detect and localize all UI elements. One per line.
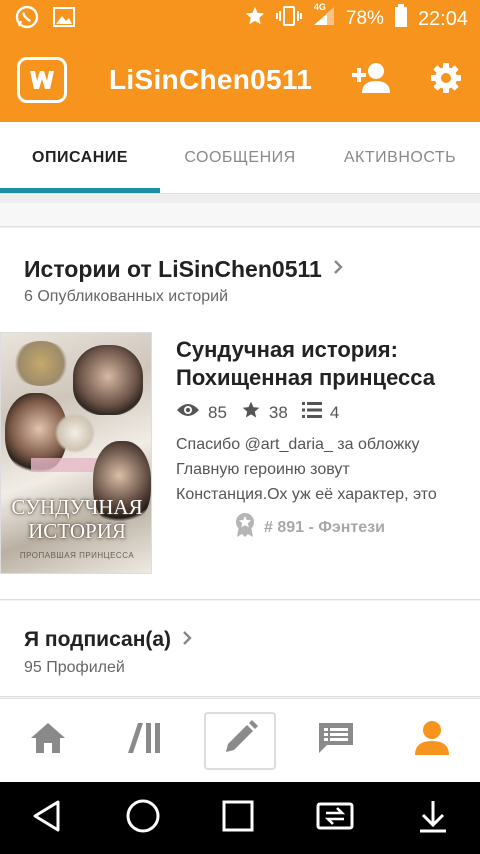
profile-tabs: ОПИСАНИЕ СООБЩЕНИЯ АКТИВНОСТЬ — [0, 122, 480, 194]
gallery-icon — [52, 6, 76, 33]
chevron-right-icon — [181, 629, 193, 652]
messages-icon — [317, 721, 355, 760]
story-title[interactable]: Сундучная история: Похищенная принцесса — [176, 336, 466, 392]
following-card: Я подписан(а) 95 Профилей — [0, 601, 480, 697]
rank-label: # 891 - Фэнтези — [264, 518, 385, 536]
app-bar: LiSinChen0511 — [0, 38, 480, 122]
nav-messages[interactable] — [300, 712, 372, 770]
story-description: Спасибо @art_daria_ за обложку Главную г… — [176, 436, 437, 503]
home-icon — [29, 721, 67, 760]
download-arrow-icon[interactable] — [416, 798, 450, 839]
ribbon-badge-icon — [234, 512, 256, 543]
profile-username-title: LiSinChen0511 — [109, 64, 313, 95]
stories-section-title: Истории от LiSinChen0511 — [24, 256, 322, 282]
divider — [0, 203, 480, 227]
system-navigation — [0, 782, 480, 854]
reads-count: 85 — [208, 402, 227, 422]
signal-icon: 4G — [312, 2, 336, 33]
star-icon — [244, 5, 266, 33]
vibrate-icon — [275, 5, 302, 33]
tab-description[interactable]: ОПИСАНИЕ — [0, 122, 160, 193]
following-count: 95 Профилей — [24, 659, 125, 676]
settings-icon[interactable] — [430, 62, 462, 99]
votes-count: 38 — [268, 402, 288, 422]
cover-subtitle: ПРОПАВШАЯ ПРИНЦЕССА — [19, 551, 135, 560]
battery-percent: 78% — [345, 8, 384, 29]
wattpad-logo-icon[interactable] — [17, 57, 67, 103]
nav-home[interactable] — [12, 712, 84, 770]
back-icon[interactable] — [30, 799, 64, 838]
tab-messages[interactable]: СООБЩЕНИЯ — [160, 122, 320, 193]
clock: 22:04 — [417, 7, 468, 30]
parts-count: 4 — [329, 402, 340, 422]
nav-library[interactable] — [108, 712, 180, 770]
recents-icon[interactable] — [221, 799, 255, 838]
tab-activity[interactable]: АКТИВНОСТЬ — [320, 122, 480, 193]
status-bar: 4G 78% 22:04 — [0, 0, 480, 38]
stories-count: 6 Опубликованных историй — [24, 288, 229, 305]
chevron-right-icon — [332, 258, 344, 281]
pencil-icon — [222, 720, 258, 761]
star-icon — [241, 400, 261, 425]
following-section-title: Я подписан(а) — [24, 628, 172, 651]
list-icon — [301, 401, 322, 424]
profile-icon — [413, 719, 451, 762]
nav-profile[interactable] — [396, 712, 468, 770]
network-label: 4G — [313, 2, 326, 12]
cover-title: СУНДУЧНАЯ ИСТОРИЯ — [11, 495, 143, 543]
following-header[interactable]: Я подписан(а) — [24, 628, 193, 652]
story-rank: # 891 - Фэнтези — [234, 512, 385, 543]
home-circle-icon[interactable] — [125, 798, 161, 839]
nav-write[interactable] — [204, 711, 276, 770]
whatsapp-icon — [14, 4, 40, 35]
stories-card: Истории от LiSinChen0511 6 Опубликованны… — [0, 228, 480, 600]
stories-header[interactable]: Истории от LiSinChen0511 — [24, 256, 344, 283]
battery-icon — [394, 4, 408, 34]
eye-icon — [176, 402, 200, 423]
divider — [0, 195, 480, 203]
story-stats: 85 38 4 — [176, 400, 353, 425]
library-icon — [126, 721, 162, 760]
add-person-icon[interactable] — [350, 61, 392, 100]
switch-app-icon[interactable] — [315, 799, 355, 838]
story-cover-image[interactable]: СУНДУЧНАЯ ИСТОРИЯ ПРОПАВШАЯ ПРИНЦЕССА — [0, 332, 152, 574]
bottom-navigation — [0, 698, 480, 782]
